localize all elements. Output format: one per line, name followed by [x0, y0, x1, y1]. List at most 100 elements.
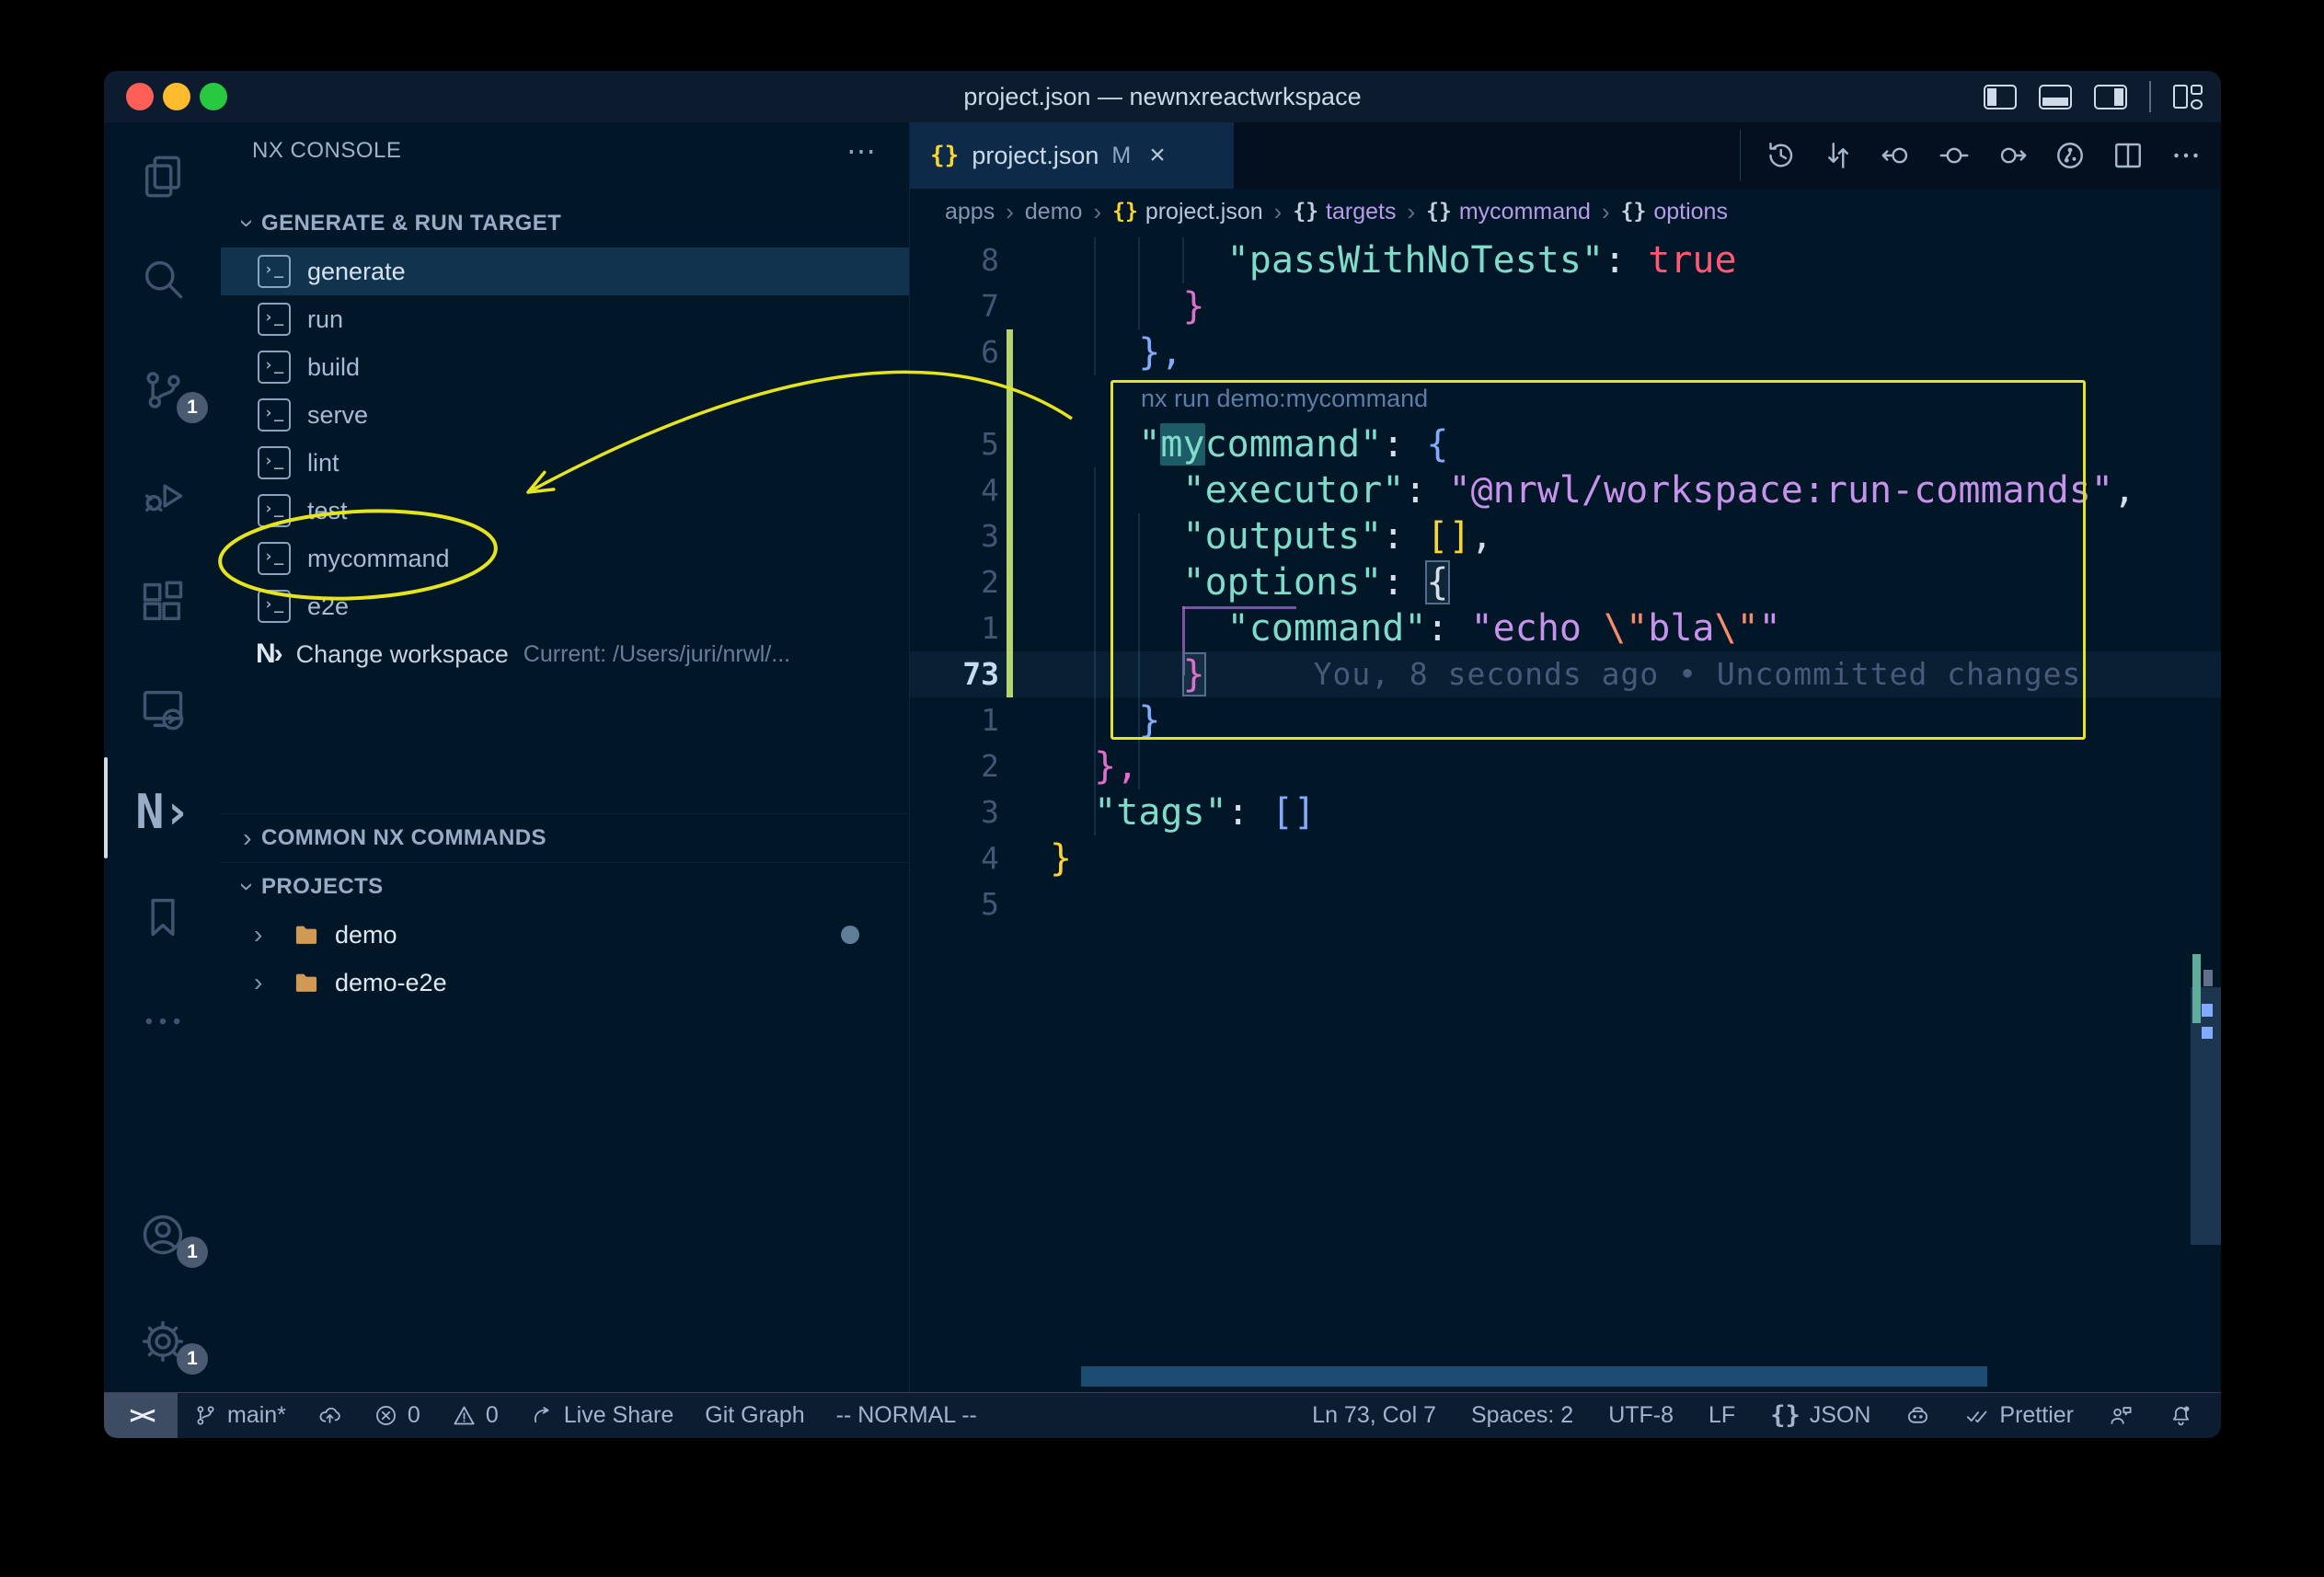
status-eol[interactable]: LF: [1708, 1402, 1735, 1429]
status-cursor-position[interactable]: Ln 73, Col 7: [1312, 1402, 1436, 1429]
activity-item-remote-explorer[interactable]: [104, 683, 221, 734]
activity-item-source-control[interactable]: 1: [104, 364, 221, 416]
bell-dot-icon: [2169, 1403, 2193, 1428]
next-change-icon[interactable]: [1996, 139, 2029, 172]
target-label: serve: [307, 401, 368, 430]
tab-bar: {} project.json M ×: [910, 122, 2221, 189]
code-text: "options": {: [1050, 559, 1449, 605]
status-live-share[interactable]: Live Share: [530, 1402, 674, 1429]
breadcrumb-item-project-json[interactable]: {}project.json: [1112, 199, 1263, 225]
activity-item-bookmarks[interactable]: [104, 892, 221, 943]
section-projects[interactable]: › PROJECTS: [221, 862, 909, 911]
live-share-icon: [530, 1403, 555, 1428]
code-line: 6 },: [910, 329, 2221, 375]
sidebar-item-run[interactable]: ›_run: [221, 295, 909, 343]
current-workspace-path: Current: /Users/juri/nrwl/...: [523, 641, 790, 668]
chevron-right-icon: ›: [234, 823, 261, 853]
split-editor-icon[interactable]: [2111, 139, 2145, 172]
activity-item-search[interactable]: [104, 253, 221, 305]
explorer-icon: [139, 153, 187, 201]
project-status-dot: [841, 926, 859, 944]
line-number: 2: [910, 559, 1050, 605]
history-icon[interactable]: [1764, 139, 1797, 172]
compare-changes-icon[interactable]: [1822, 139, 1855, 172]
modified-change-bar: [1007, 329, 1013, 375]
terminal-icon: ›_: [258, 255, 291, 288]
previous-change-icon[interactable]: [1880, 139, 1913, 172]
activity-item-explorer[interactable]: [104, 151, 221, 202]
ellipsis-icon: [139, 997, 187, 1045]
sidebar-item-change-workspace[interactable]: N› Change workspace Current: /Users/juri…: [221, 630, 909, 678]
activity-item-settings[interactable]: 1: [104, 1316, 221, 1367]
project-label: demo-e2e: [335, 969, 447, 997]
status-notifications[interactable]: [2169, 1403, 2193, 1428]
line-number: 3: [910, 789, 1050, 835]
sidebar-item-serve[interactable]: ›_serve: [221, 391, 909, 439]
status-git-graph[interactable]: Git Graph: [705, 1402, 804, 1429]
customize-layout-icon[interactable]: [2173, 85, 2204, 109]
section-generate-run-target[interactable]: › GENERATE & RUN TARGET: [221, 200, 909, 247]
layout-sidebar-right-icon[interactable]: [2094, 85, 2127, 109]
breadcrumb-item-mycommand[interactable]: {}mycommand: [1426, 199, 1591, 225]
breadcrumb-item-demo[interactable]: demo: [1025, 199, 1083, 225]
layout-sidebar-left-icon[interactable]: [1984, 85, 2017, 109]
target-label: generate: [307, 258, 406, 286]
status-language-mode[interactable]: {}JSON: [1770, 1401, 1870, 1430]
status-indentation[interactable]: Spaces: 2: [1471, 1402, 1573, 1429]
nx-icon: N›: [135, 785, 190, 840]
activity-item-accounts[interactable]: 1: [104, 1209, 221, 1260]
object-symbol-icon: {}: [1426, 200, 1452, 224]
sidebar-item-lint[interactable]: ›_lint: [221, 439, 909, 487]
status-formatter[interactable]: Prettier: [1965, 1402, 2074, 1429]
code-line: 1 "command": "echo \"bla\"": [910, 605, 2221, 651]
breadcrumb-item-options[interactable]: {}options: [1621, 199, 1728, 225]
sidebar-item-build[interactable]: ›_build: [221, 343, 909, 391]
status-warnings[interactable]: 0: [452, 1402, 499, 1429]
status-feedback[interactable]: [2109, 1403, 2134, 1428]
project-item-demo[interactable]: ›demo: [221, 911, 909, 959]
status-git-branch[interactable]: main*: [193, 1402, 286, 1429]
tab-project-json[interactable]: {} project.json M ×: [910, 122, 1234, 189]
status-label: main*: [227, 1402, 286, 1429]
status-label: -- NORMAL --: [836, 1402, 977, 1429]
line-number: 5: [910, 881, 1050, 927]
target-label: lint: [307, 449, 339, 478]
chevron-down-icon: ›: [233, 873, 262, 901]
breadcrumb-separator: ›: [1274, 198, 1283, 226]
section-common-nx-commands[interactable]: › COMMON NX COMMANDS: [221, 813, 909, 862]
sidebar-item-e2e[interactable]: ›_e2e: [221, 582, 909, 630]
code-text: }: [1050, 283, 1205, 329]
warning-icon: [452, 1403, 477, 1428]
activity-item-run-debug[interactable]: [104, 469, 221, 521]
sidebar-more-actions-icon[interactable]: ⋯: [846, 133, 878, 168]
vertical-scrollbar[interactable]: [2191, 987, 2221, 1245]
breadcrumb-label: targets: [1326, 199, 1396, 225]
layout-panel-icon[interactable]: [2039, 85, 2072, 109]
sidebar-item-mycommand[interactable]: ›_mycommand: [221, 535, 909, 582]
status-errors[interactable]: 0: [374, 1402, 420, 1429]
breadcrumb-item-apps[interactable]: apps: [945, 199, 995, 225]
modified-change-bar: [1007, 651, 1013, 697]
current-change-icon[interactable]: [1938, 139, 1971, 172]
horizontal-scrollbar[interactable]: [1081, 1366, 1987, 1387]
breadcrumb-label: project.json: [1145, 199, 1263, 225]
status-sync[interactable]: [317, 1403, 342, 1428]
status-encoding[interactable]: UTF-8: [1608, 1402, 1674, 1429]
more-actions-icon[interactable]: [2169, 139, 2203, 172]
sidebar-item-generate[interactable]: ›_ generate: [221, 247, 909, 295]
project-item-demo-e2e[interactable]: ›demo-e2e: [221, 959, 909, 1007]
status-copilot[interactable]: [1905, 1403, 1930, 1428]
codelens-run-link[interactable]: nx run demo:mycommand: [1141, 375, 1428, 421]
line-number: 7: [910, 283, 1050, 329]
activity-item-extensions[interactable]: [104, 576, 221, 627]
activity-item-more-views[interactable]: [104, 996, 221, 1047]
status-remote-indicator[interactable]: ><: [104, 1393, 178, 1438]
breadcrumb-item-targets[interactable]: {}targets: [1293, 199, 1396, 225]
activity-item-nx-console[interactable]: N›: [104, 787, 221, 838]
code-editor: 8 "passWithNoTests": true7 }6 },nx run d…: [910, 235, 2221, 1392]
close-tab-icon[interactable]: ×: [1149, 140, 1166, 171]
sidebar-item-test[interactable]: ›_test: [221, 487, 909, 535]
status-label: UTF-8: [1608, 1402, 1674, 1429]
git-graph-icon[interactable]: [2054, 139, 2087, 172]
status-vim-mode[interactable]: -- NORMAL --: [836, 1402, 977, 1429]
